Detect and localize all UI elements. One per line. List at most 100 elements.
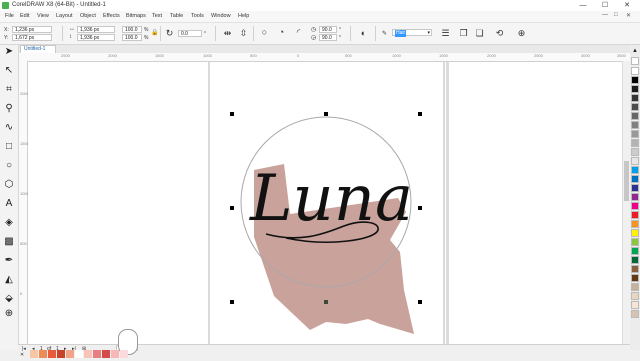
shadow-tool-icon[interactable]: ◈ bbox=[2, 216, 16, 230]
palette-swatch[interactable] bbox=[631, 85, 639, 93]
selection-handle[interactable] bbox=[324, 112, 328, 116]
arc-mode-icon[interactable]: ◜ bbox=[292, 27, 305, 38]
palette-swatch[interactable] bbox=[631, 220, 639, 228]
lock-ratio-icon[interactable]: 🔒 bbox=[151, 29, 158, 36]
menu-view[interactable]: View bbox=[37, 13, 49, 19]
drawing-canvas[interactable]: Luna bbox=[28, 62, 622, 344]
menu-text[interactable]: Text bbox=[152, 13, 162, 19]
document-palette-swatch[interactable] bbox=[48, 350, 56, 358]
palette-swatch[interactable] bbox=[631, 112, 639, 120]
polygon-tool-icon[interactable]: ⬡ bbox=[2, 178, 16, 192]
menu-tools[interactable]: Tools bbox=[191, 13, 204, 19]
palette-swatch[interactable] bbox=[631, 157, 639, 165]
convert-to-curves-icon[interactable]: ⟲ bbox=[494, 28, 505, 39]
document-palette-swatch[interactable] bbox=[93, 350, 101, 358]
menu-object[interactable]: Object bbox=[80, 13, 96, 19]
width-field[interactable]: 1,936 px bbox=[77, 26, 115, 33]
add-icon[interactable]: ⊕ bbox=[516, 28, 527, 39]
selection-handle[interactable] bbox=[418, 112, 422, 116]
vertical-ruler[interactable]: 2000 1500 1000 500 0 bbox=[19, 61, 29, 344]
direction-icon[interactable]: ◖ bbox=[357, 28, 368, 39]
document-palette-swatch[interactable] bbox=[39, 350, 47, 358]
palette-swatch[interactable] bbox=[631, 229, 639, 237]
transparency-tool-icon[interactable]: ▩ bbox=[2, 235, 16, 249]
palette-swatch[interactable] bbox=[631, 256, 639, 264]
crop-tool-icon[interactable]: ⌗ bbox=[2, 83, 16, 97]
shape-tool-icon[interactable]: ↖ bbox=[2, 64, 16, 78]
rotation-field[interactable]: 0.0 bbox=[178, 30, 202, 37]
smart-fill-tool-icon[interactable]: ⬙ bbox=[2, 292, 16, 306]
doc-restore-button[interactable]: □ bbox=[614, 12, 618, 18]
document-palette-swatch[interactable] bbox=[84, 350, 92, 358]
doc-close-button[interactable]: ✕ bbox=[626, 12, 631, 19]
palette-swatch[interactable] bbox=[631, 265, 639, 273]
horizontal-ruler[interactable]: 2500 2000 1500 1000 500 0 500 1000 1500 … bbox=[27, 53, 630, 62]
outline-width-select[interactable]: Hair ▾ bbox=[392, 29, 432, 37]
menu-edit[interactable]: Edit bbox=[20, 13, 29, 19]
vertical-scrollbar[interactable] bbox=[622, 61, 630, 344]
selection-handle[interactable] bbox=[230, 300, 234, 304]
document-palette-swatch[interactable] bbox=[120, 350, 128, 358]
palette-swatch[interactable] bbox=[631, 184, 639, 192]
ellipse-mode-icon[interactable]: ○ bbox=[258, 27, 271, 38]
document-palette-swatch[interactable] bbox=[102, 350, 110, 358]
scale-y-field[interactable]: 100.0 bbox=[122, 34, 142, 41]
to-back-icon[interactable]: ❏ bbox=[474, 28, 485, 39]
close-button[interactable]: ✕ bbox=[618, 0, 636, 11]
pie-mode-icon[interactable]: ◔ bbox=[275, 27, 288, 38]
tab-untitled-1[interactable]: Untitled-1 bbox=[20, 45, 56, 53]
palette-swatch[interactable] bbox=[631, 139, 639, 147]
selection-handle[interactable] bbox=[418, 206, 422, 210]
mirror-vertical-icon[interactable]: ⇳ bbox=[238, 28, 249, 39]
palette-swatch[interactable] bbox=[631, 283, 639, 291]
menu-effects[interactable]: Effects bbox=[103, 13, 120, 19]
palette-swatch[interactable] bbox=[631, 301, 639, 309]
height-field[interactable]: 1,936 px bbox=[77, 34, 115, 41]
palette-swatch[interactable] bbox=[631, 193, 639, 201]
arc-start-field[interactable]: 90.0 bbox=[319, 26, 337, 33]
document-palette-swatch[interactable] bbox=[66, 350, 74, 358]
document-palette-swatch[interactable] bbox=[57, 350, 65, 358]
palette-swatch[interactable] bbox=[631, 202, 639, 210]
doc-minimize-button[interactable]: — bbox=[602, 12, 608, 18]
palette-swatch[interactable] bbox=[631, 247, 639, 255]
no-fill-swatch-icon[interactable]: ✕ bbox=[20, 352, 24, 358]
palette-swatch[interactable] bbox=[631, 238, 639, 246]
palette-swatch[interactable] bbox=[631, 211, 639, 219]
wrap-text-icon[interactable]: ☰ bbox=[440, 28, 451, 39]
add-tool-icon[interactable]: ⊕ bbox=[2, 307, 16, 321]
x-position-field[interactable]: 1,236 px bbox=[12, 26, 52, 33]
palette-scroll-up-icon[interactable]: ▲ bbox=[631, 47, 639, 55]
selection-handle[interactable] bbox=[418, 300, 422, 304]
scale-x-field[interactable]: 100.0 bbox=[122, 26, 142, 33]
to-front-icon[interactable]: ❐ bbox=[458, 28, 469, 39]
freehand-tool-icon[interactable]: ∿ bbox=[2, 121, 16, 135]
palette-swatch[interactable] bbox=[631, 130, 639, 138]
ellipse-tool-icon[interactable]: ○ bbox=[2, 159, 16, 173]
menu-layout[interactable]: Layout bbox=[56, 13, 73, 19]
text-tool-icon[interactable]: A bbox=[2, 197, 16, 211]
document-palette-swatch[interactable] bbox=[75, 350, 83, 358]
scrollbar-thumb[interactable] bbox=[624, 161, 629, 201]
document-palette-swatch[interactable] bbox=[111, 350, 119, 358]
no-color-swatch[interactable] bbox=[631, 57, 639, 65]
palette-swatch[interactable] bbox=[631, 292, 639, 300]
palette-swatch[interactable] bbox=[631, 103, 639, 111]
menu-window[interactable]: Window bbox=[211, 13, 231, 19]
palette-swatch[interactable] bbox=[631, 274, 639, 282]
arc-end-field[interactable]: 90.0 bbox=[319, 34, 337, 41]
selection-handle[interactable] bbox=[230, 206, 234, 210]
interactive-fill-tool-icon[interactable]: ◭ bbox=[2, 273, 16, 287]
artwork[interactable]: Luna bbox=[28, 62, 622, 344]
palette-swatch[interactable] bbox=[631, 166, 639, 174]
document-palette-swatch[interactable] bbox=[30, 350, 38, 358]
maximize-button[interactable]: ☐ bbox=[596, 0, 614, 11]
palette-swatch[interactable] bbox=[631, 148, 639, 156]
menu-bitmaps[interactable]: Bitmaps bbox=[126, 13, 146, 19]
mirror-horizontal-icon[interactable]: ⇹ bbox=[222, 28, 233, 39]
palette-swatch[interactable] bbox=[631, 94, 639, 102]
pick-tool-icon[interactable]: ➤ bbox=[2, 45, 16, 59]
y-position-field[interactable]: 1,672 px bbox=[12, 34, 52, 41]
selection-handle[interactable] bbox=[324, 300, 328, 304]
minimize-button[interactable]: — bbox=[574, 0, 592, 11]
